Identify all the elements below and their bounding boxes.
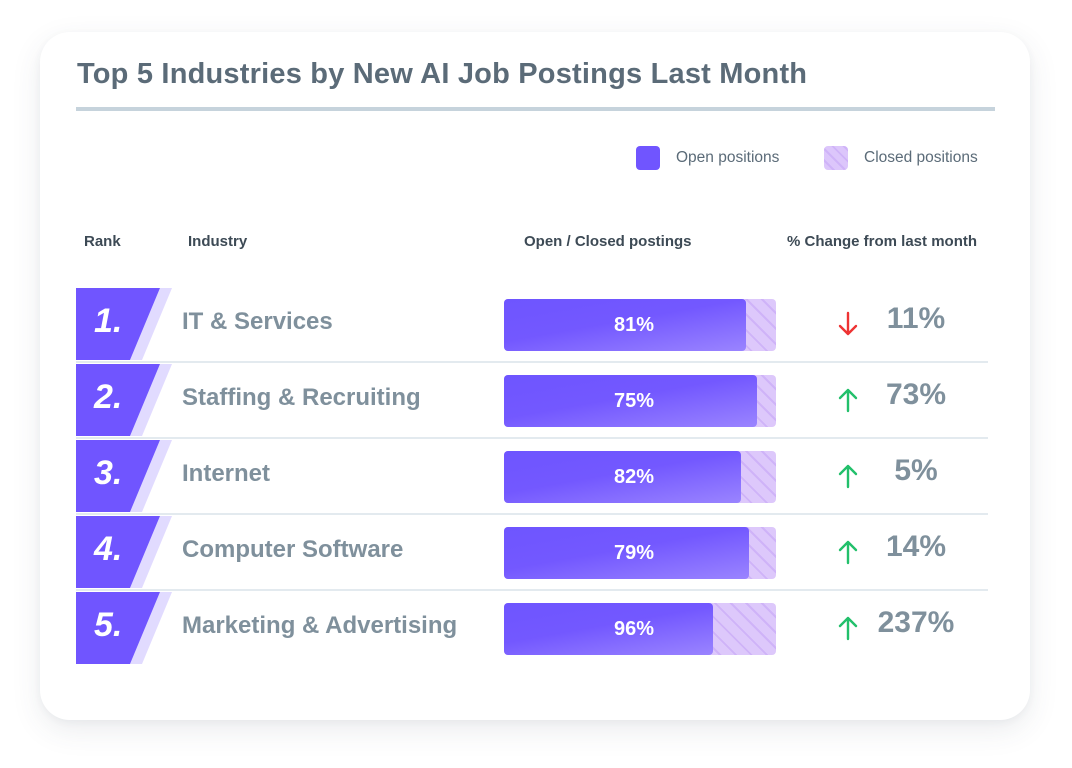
change-value: 14% (885, 530, 947, 563)
table-row: 1. IT & Services 81% 11% (76, 288, 988, 360)
open-percent-label: 75% (613, 389, 655, 412)
table-row: 5. Marketing & Advertising 96% 237% (76, 592, 988, 664)
chart-title: Top 5 Industries by New AI Job Postings … (77, 58, 808, 90)
legend-label-open: Open positions (676, 149, 780, 166)
postings-bar: 79% (504, 527, 776, 579)
legend-swatch-open (636, 146, 660, 170)
rank-badge-shape (76, 288, 172, 360)
rank-number: 4. (94, 530, 123, 568)
industry-name: IT & Services (182, 308, 333, 335)
change-value: 11% (886, 302, 946, 335)
rank-badge-shape (76, 440, 172, 512)
table-row: 3. Internet 82% 5% (76, 440, 988, 512)
column-header-industry: Industry (188, 233, 248, 250)
rank-badge: 3. (76, 440, 172, 512)
column-header-rank: Rank (84, 233, 121, 250)
rank-badge-shape (76, 364, 172, 436)
rank-badge: 1. (76, 288, 172, 360)
arrow-up-icon (838, 616, 858, 641)
title-underline (76, 107, 995, 111)
arrow-up-icon (838, 464, 858, 489)
legend-swatch-closed (824, 146, 848, 170)
industry-name: Computer Software (182, 536, 404, 563)
rank-number: 5. (94, 606, 123, 644)
rank-number: 2. (94, 378, 123, 416)
row-divider (76, 437, 988, 439)
change-value: 73% (885, 378, 947, 411)
change-value: 237% (877, 606, 955, 639)
column-header-postings: Open / Closed postings (524, 233, 692, 250)
postings-bar: 96% (504, 603, 776, 655)
arrow-up-icon (838, 540, 858, 565)
industry-name: Marketing & Advertising (182, 612, 458, 639)
table-row: 4. Computer Software 79% 14% (76, 516, 988, 588)
industry-name: Staffing & Recruiting (182, 384, 421, 411)
rank-number: 3. (94, 454, 123, 492)
legend-item-closed: Closed positions (824, 146, 978, 170)
open-percent-label: 96% (613, 617, 655, 640)
table-row: 2. Staffing & Recruiting 75% 73% (76, 364, 988, 436)
postings-bar: 81% (504, 299, 776, 351)
row-divider (76, 361, 988, 363)
industry-name: Internet (182, 460, 271, 487)
postings-bar: 75% (504, 375, 776, 427)
change-value: 5% (894, 454, 938, 487)
column-header-change: % Change from last month (787, 233, 978, 250)
row-divider (76, 589, 988, 591)
open-percent-label: 81% (613, 313, 655, 336)
row-divider (76, 513, 988, 515)
rank-badge: 5. (76, 592, 172, 664)
rank-number: 1. (94, 302, 123, 340)
legend-label-closed: Closed positions (864, 149, 978, 166)
postings-bar: 82% (504, 451, 776, 503)
rank-badge: 4. (76, 516, 172, 588)
rank-badge-shape (76, 592, 172, 664)
arrow-down-icon (838, 311, 858, 336)
legend-item-open: Open positions (636, 146, 779, 170)
rank-badge: 2. (76, 364, 172, 436)
rank-badge-shape (76, 516, 172, 588)
arrow-up-icon (838, 388, 858, 413)
open-percent-label: 79% (613, 541, 655, 564)
open-percent-label: 82% (613, 465, 655, 488)
